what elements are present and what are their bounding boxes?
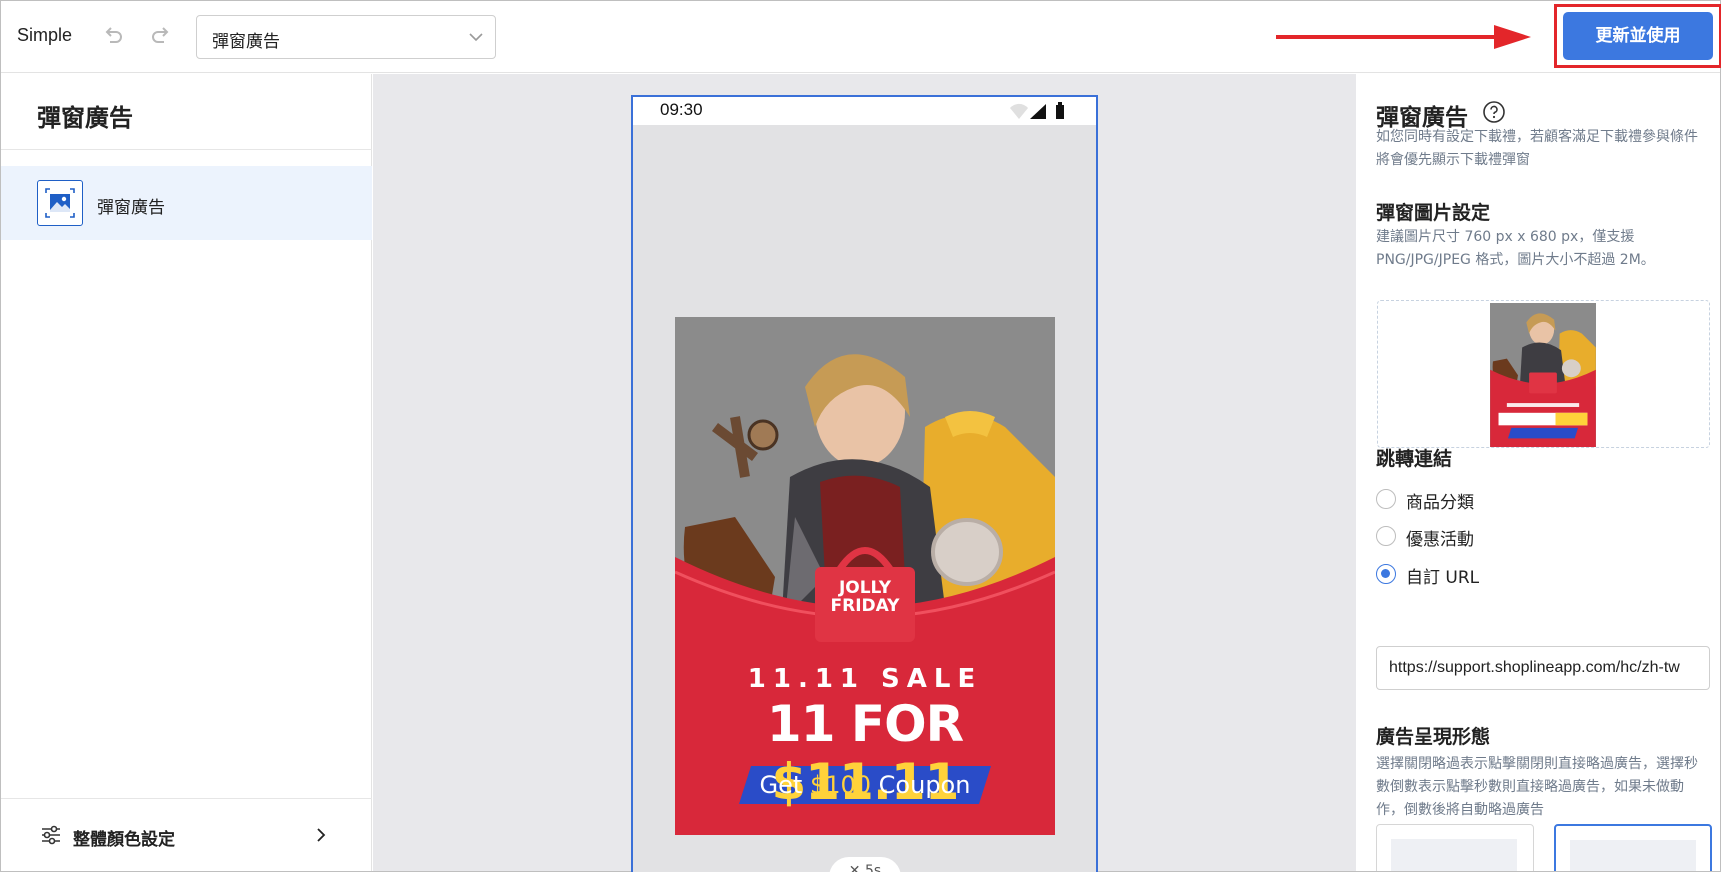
settings-description: 如您同時有設定下載禮，若顧客滿足下載禮參與條件將會優先顯示下載禮彈窗	[1376, 129, 1698, 168]
radio-button-selected[interactable]	[1376, 564, 1396, 584]
status-time: 09:30	[660, 100, 703, 119]
global-color-settings-label: 整體顏色設定	[73, 830, 175, 850]
radio-label: 優惠活動	[1406, 530, 1474, 550]
ad-coupon-suffix: Coupon	[871, 771, 971, 799]
image-section-hint: 建議圖片尺寸 760 px x 680 px，僅支援 PNG/JPG/JPEG …	[1376, 229, 1655, 268]
sidebar-item-label: 彈窗廣告	[97, 198, 165, 218]
link-section-title: 跳轉連結	[1376, 448, 1453, 470]
status-icons	[1010, 102, 1064, 119]
left-sidebar: 彈窗廣告 彈窗廣告 整體顏色設定	[1, 74, 372, 871]
radio-label: 商品分類	[1406, 493, 1474, 513]
ad-bag-text: JOLLY FRIDAY	[815, 579, 915, 615]
sidebar-item-popup-ad[interactable]: 彈窗廣告	[1, 166, 372, 240]
radio-button[interactable]	[1376, 526, 1396, 546]
image-icon	[37, 180, 83, 226]
phone-preview-frame[interactable]: 09:30 JOLLY FRIDAY 11.11 SALE 11 FOR $11…	[631, 95, 1098, 872]
global-color-settings-item[interactable]: 整體顏色設定	[1, 799, 372, 871]
ad-big-line-prefix: 11 FOR	[766, 695, 964, 753]
display-style-close-skip-option[interactable]	[1376, 824, 1534, 871]
preview-canvas: 09:30 JOLLY FRIDAY 11.11 SALE 11 FOR $11…	[373, 74, 1356, 872]
phone-status-bar: 09:30	[633, 97, 1096, 125]
uploaded-image-thumbnail	[1490, 303, 1596, 447]
undo-icon[interactable]	[100, 23, 126, 49]
display-section-title: 廣告呈現形態	[1376, 726, 1491, 748]
redo-icon[interactable]	[148, 23, 174, 49]
ad-bag-line-1: JOLLY	[838, 578, 892, 598]
ad-coupon-prefix: Get	[759, 771, 810, 799]
chevron-right-icon	[317, 828, 326, 842]
display-style-countdown-option[interactable]	[1554, 824, 1712, 871]
chevron-down-icon	[469, 33, 483, 42]
display-section-description: 選擇關閉略過表示點擊關閉則直接略過廣告，選擇秒數倒數表示點擊秒數則直接略過廣告，…	[1376, 756, 1698, 818]
style-preview	[1570, 840, 1696, 871]
sidebar-title: 彈窗廣告	[37, 104, 133, 132]
custom-url-input[interactable]	[1376, 646, 1710, 690]
update-and-use-button[interactable]: 更新並使用	[1563, 12, 1713, 60]
settings-panel: 彈窗廣告 如您同時有設定下載禮，若顧客滿足下載禮參與條件將會優先顯示下載禮彈窗 …	[1357, 74, 1720, 871]
ad-coupon-amount: $100	[809, 771, 872, 799]
image-upload-area[interactable]	[1377, 300, 1710, 448]
top-toolbar: Simple 彈窗廣告 更新並使用	[1, 1, 1721, 73]
ad-sale-line: 11.11 SALE	[747, 664, 983, 694]
image-section-title: 彈窗圖片設定	[1376, 202, 1491, 224]
style-preview	[1391, 839, 1517, 871]
brand-label: Simple	[17, 25, 73, 45]
popup-ad-image[interactable]: JOLLY FRIDAY 11.11 SALE 11 FOR $11.11 Ge…	[675, 317, 1055, 835]
radio-button[interactable]	[1376, 489, 1396, 509]
red-arrow-annotation	[1276, 25, 1531, 49]
sliders-icon	[42, 825, 60, 845]
page-select-value: 彈窗廣告	[212, 32, 280, 52]
help-icon[interactable]	[1482, 100, 1506, 124]
ad-close-countdown-button[interactable]: ✕ 5s	[829, 857, 901, 872]
ad-coupon-line: Get $100 Coupon	[739, 766, 991, 804]
page-select[interactable]: 彈窗廣告	[196, 15, 496, 59]
ad-bag-line-2: FRIDAY	[830, 596, 900, 616]
radio-label: 自訂 URL	[1406, 568, 1480, 588]
divider	[1, 149, 372, 150]
